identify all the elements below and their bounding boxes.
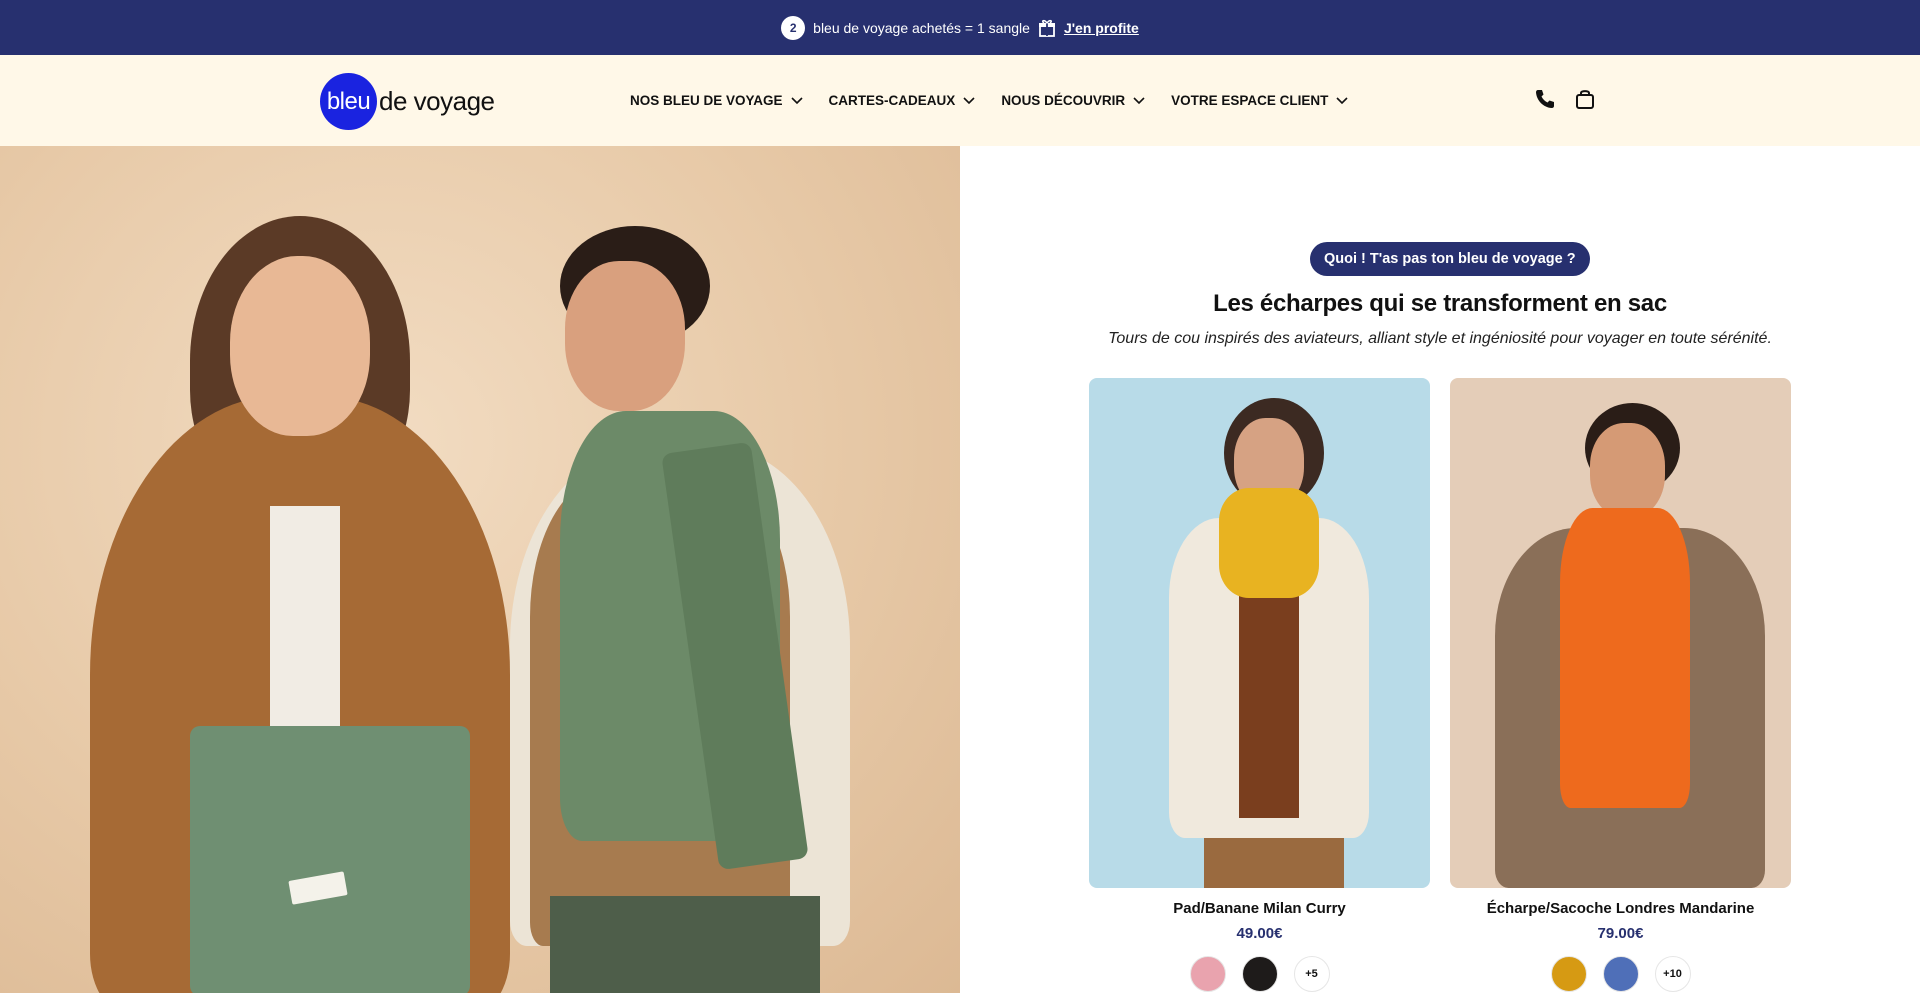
brand-logo[interactable]: bleu de voyage: [320, 73, 495, 130]
promo-link[interactable]: J'en profite: [1064, 20, 1139, 36]
nav-item-espace-client[interactable]: VOTRE ESPACE CLIENT: [1171, 93, 1348, 108]
promo-text: bleu de voyage achetés = 1 sangle: [813, 19, 1030, 36]
man-face: [565, 261, 685, 411]
chevron-down-icon: [963, 96, 975, 105]
color-swatch[interactable]: [1189, 956, 1226, 992]
site-header: bleu de voyage NOS BLEU DE VOYAGE CARTES…: [0, 55, 1920, 146]
section-subtitle: Tours de cou inspirés des aviateurs, all…: [1108, 330, 1772, 347]
product-title[interactable]: Pad/Banane Milan Curry: [1089, 900, 1430, 917]
color-swatch[interactable]: [1602, 956, 1639, 992]
chevron-down-icon: [1336, 96, 1348, 105]
nav-item-cartes-cadeaux[interactable]: CARTES-CADEAUX: [829, 93, 976, 108]
man-pants: [550, 896, 820, 993]
nav-item-label: NOUS DÉCOUVRIR: [1001, 93, 1126, 108]
gift-icon: [1038, 19, 1056, 37]
collection-section: Quoi ! T'as pas ton bleu de voyage ? Les…: [960, 146, 1920, 993]
product-price: 49.00€: [1236, 925, 1283, 942]
chevron-down-icon: [1133, 96, 1145, 105]
color-swatches: +5: [1089, 956, 1430, 992]
model-scarf: [1219, 488, 1319, 598]
more-colors-button[interactable]: +10: [1654, 956, 1691, 992]
product-image[interactable]: [1450, 378, 1791, 888]
product-card[interactable]: Pad/Banane Milan Curry 49.00€ +5: [1089, 378, 1430, 992]
color-swatch[interactable]: [1241, 956, 1278, 992]
product-title[interactable]: Écharpe/Sacoche Londres Mandarine: [1450, 900, 1791, 917]
phone-icon[interactable]: [1534, 88, 1556, 110]
nav-item-nous-decouvrir[interactable]: NOUS DÉCOUVRIR: [1001, 93, 1145, 108]
main-nav: NOS BLEU DE VOYAGE CARTES-CADEAUX NOUS D…: [630, 55, 1348, 146]
cart-icon[interactable]: [1574, 88, 1596, 110]
woman-face: [230, 256, 370, 436]
color-swatch[interactable]: [1550, 956, 1587, 992]
hero-image: [0, 146, 960, 993]
section-title: Les écharpes qui se transforment en sac: [1213, 290, 1667, 317]
nav-item-label: CARTES-CADEAUX: [828, 93, 956, 108]
nav-item-bleu-de-voyage[interactable]: NOS BLEU DE VOYAGE: [630, 93, 803, 108]
product-card[interactable]: Écharpe/Sacoche Londres Mandarine 79.00€…: [1450, 378, 1791, 992]
nav-item-label: NOS BLEU DE VOYAGE: [630, 93, 783, 108]
green-bag: [190, 726, 470, 993]
nav-item-label: VOTRE ESPACE CLIENT: [1171, 93, 1329, 108]
logo-text: de voyage: [379, 86, 495, 116]
promo-pill-button[interactable]: Quoi ! T'as pas ton bleu de voyage ?: [1310, 242, 1590, 276]
model-scarf: [1560, 508, 1690, 808]
more-colors-button[interactable]: +5: [1293, 956, 1330, 992]
color-swatches: +10: [1450, 956, 1791, 992]
header-actions: [1534, 88, 1596, 110]
promo-count-badge: 2: [781, 15, 806, 40]
promo-bar: 2 bleu de voyage achetés = 1 sangle J'en…: [0, 0, 1920, 55]
logo-circle: bleu: [320, 73, 377, 130]
chevron-down-icon: [790, 96, 803, 105]
product-image[interactable]: [1089, 378, 1430, 888]
product-price: 79.00€: [1597, 925, 1644, 942]
model-face: [1590, 423, 1665, 518]
